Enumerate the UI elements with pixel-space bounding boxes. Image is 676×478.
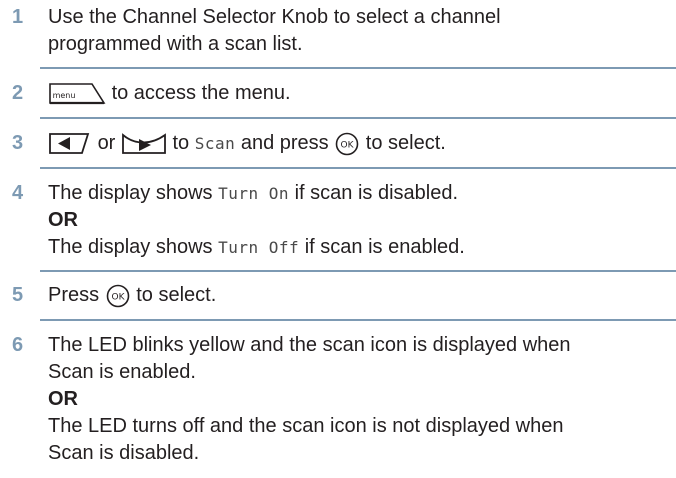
or-label: OR [48, 388, 78, 410]
step-text-line: Scan is disabled. [48, 442, 200, 464]
divider [40, 319, 676, 321]
or-label: OR [48, 209, 78, 231]
svg-text:OK: OK [341, 140, 355, 150]
display-text-turn-on: Turn On [218, 184, 290, 203]
step-text: Press OK to select. [48, 282, 668, 309]
step-text-part: to select. [365, 132, 446, 154]
step-text-part: The display shows [48, 182, 213, 204]
step-text: menu to access the menu. [48, 80, 668, 107]
step-number: 1 [12, 6, 24, 28]
svg-text:OK: OK [111, 292, 125, 302]
step-text-part: if scan is enabled. [304, 236, 465, 258]
step-text-part: and press [240, 132, 329, 154]
menu-key-icon: menu [49, 82, 106, 104]
divider [40, 167, 676, 169]
step-number: 6 [12, 334, 24, 356]
display-text-turn-off: Turn Off [218, 238, 300, 257]
step-text-line: The LED blinks yellow and the scan icon … [48, 334, 571, 356]
step-number: 5 [12, 284, 24, 306]
step-text: Use the Channel Selector Knob to select … [48, 4, 668, 58]
divider [40, 117, 676, 119]
step-text-line: The LED turns off and the scan icon is n… [48, 415, 564, 437]
step-number: 2 [12, 82, 24, 104]
step-text-part: to select. [136, 284, 217, 306]
step-text: or to Scan and press OK to select. [48, 130, 668, 157]
step-number: 3 [12, 132, 24, 154]
ok-key-icon: OK [335, 132, 359, 156]
step-text: The LED blinks yellow and the scan icon … [48, 332, 668, 467]
menu-key-label: menu [53, 91, 76, 100]
step-text-part: if scan is disabled. [294, 182, 459, 204]
step-text-part: to [172, 132, 190, 154]
ok-key-icon: OK [106, 284, 129, 308]
step-text-line: programmed with a scan list. [48, 33, 303, 55]
divider [40, 270, 676, 272]
step-text-line: Use the Channel Selector Knob to select … [48, 6, 501, 28]
step-text: The display shows Turn On if scan is dis… [48, 180, 668, 261]
step-text-line: Scan is enabled. [48, 361, 196, 383]
step-text-part: or [97, 132, 116, 154]
step-text-part: to access the menu. [111, 82, 291, 104]
step-text-part: The display shows [48, 236, 213, 258]
step-text-part: Press [48, 284, 100, 306]
left-arrow-key-icon [49, 132, 90, 154]
display-text-scan: Scan [194, 134, 236, 153]
step-number: 4 [12, 182, 24, 204]
divider [40, 67, 676, 69]
right-arrow-key-icon [122, 132, 166, 154]
